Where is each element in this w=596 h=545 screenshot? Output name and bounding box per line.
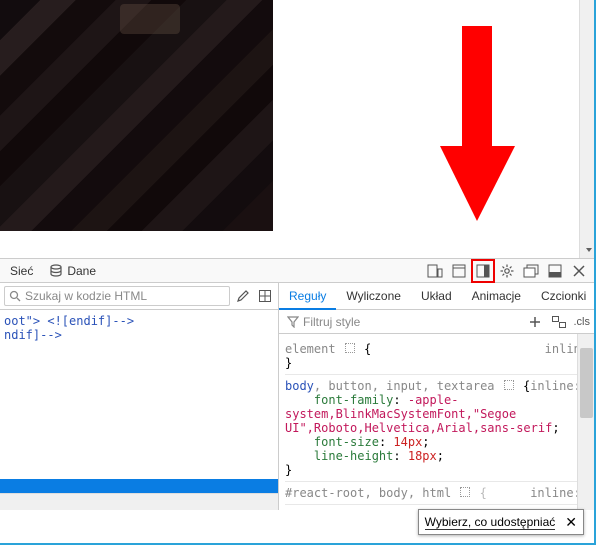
rule-block: inline:1 #react-root, body, html { xyxy=(285,482,588,505)
toast-text[interactable]: Wybierz, co udostępniać xyxy=(425,515,556,530)
cls-toggle[interactable]: .cls xyxy=(574,316,591,328)
database-icon xyxy=(49,264,63,278)
tab-layout[interactable]: Układ xyxy=(411,283,462,309)
dock-side-icon[interactable] xyxy=(474,262,492,280)
inspector-left-pane: Szukaj w kodzie HTML oot"> <![endif]--> … xyxy=(0,283,279,510)
devtools-panel: Sieć Dane xyxy=(0,258,594,510)
toast-close-icon[interactable]: ✕ xyxy=(565,514,577,531)
rule-block: inline:1 body, button, input, textarea {… xyxy=(285,375,588,482)
page-content-area xyxy=(0,0,596,258)
highlight-target-icon[interactable] xyxy=(345,343,355,353)
settings-icon[interactable] xyxy=(498,262,516,280)
edit-html-icon[interactable] xyxy=(234,287,252,305)
html-search-placeholder: Szukaj w kodzie HTML xyxy=(25,289,147,303)
tab-layout-label: Układ xyxy=(421,289,452,303)
dock-window-icon[interactable] xyxy=(522,262,540,280)
scroll-down-icon[interactable] xyxy=(580,241,596,258)
code-line-2: ndif]--> xyxy=(4,328,62,342)
rule-block: inline element {} xyxy=(285,338,588,375)
css-property[interactable]: font-family xyxy=(314,393,393,407)
rules-view[interactable]: inline element {} inline:1 body, button,… xyxy=(279,334,594,510)
html-hscrollbar[interactable] xyxy=(0,493,278,510)
responsive-mode-icon[interactable] xyxy=(426,262,444,280)
tab-fonts[interactable]: Czcionki xyxy=(531,283,596,309)
css-value[interactable]: system,BlinkMacSystemFont,"Segoe UI",Rob… xyxy=(285,407,552,435)
highlight-target-icon[interactable] xyxy=(460,487,470,497)
filter-styles-input[interactable]: Filtruj style xyxy=(283,312,520,332)
inspector-toolbar: Szukaj w kodzie HTML xyxy=(0,283,278,310)
code-line-1: oot"> <![endif]--> xyxy=(4,314,134,328)
css-property[interactable]: font-size xyxy=(314,435,379,449)
css-value[interactable]: 18px xyxy=(408,449,437,463)
tab-network[interactable]: Sieć xyxy=(2,259,41,283)
tab-computed[interactable]: Wyliczone xyxy=(336,283,411,309)
inspector-right-pane: Reguły Wyliczone Układ Animacje Czcionki… xyxy=(279,283,594,510)
css-value[interactable]: 14px xyxy=(393,435,422,449)
html-tree[interactable]: oot"> <![endif]--> ndif]--> xyxy=(0,310,278,510)
scrollbar-thumb[interactable] xyxy=(580,348,593,418)
search-icon xyxy=(9,290,21,302)
css-value[interactable]: -apple- xyxy=(408,393,459,407)
selection-highlight xyxy=(0,479,278,493)
dock-bottom-icon[interactable] xyxy=(546,262,564,280)
iframe-picker-icon[interactable] xyxy=(450,262,468,280)
tab-rules[interactable]: Reguły xyxy=(279,283,336,310)
new-rule-icon[interactable] xyxy=(526,313,544,331)
sidebar-tabs: Reguły Wyliczone Układ Animacje Czcionki xyxy=(279,283,594,310)
tab-rules-label: Reguły xyxy=(289,289,326,303)
tab-animations[interactable]: Animacje xyxy=(462,283,531,309)
tab-storage-label: Dane xyxy=(67,264,96,278)
close-devtools-icon[interactable] xyxy=(570,262,588,280)
rule-selector[interactable]: #react-root, body, html xyxy=(285,486,451,500)
page-scrollbar[interactable] xyxy=(579,0,596,258)
pseudo-classes-icon[interactable] xyxy=(550,313,568,331)
tab-animations-label: Animacje xyxy=(472,289,521,303)
css-property[interactable]: line-height xyxy=(314,449,393,463)
funnel-icon xyxy=(287,316,299,328)
page-image xyxy=(0,0,273,231)
filter-placeholder: Filtruj style xyxy=(303,315,360,329)
eyedropper-icon[interactable] xyxy=(256,287,274,305)
rules-scrollbar[interactable] xyxy=(577,334,594,510)
tab-network-label: Sieć xyxy=(10,264,33,278)
rules-filterbar: Filtruj style .cls xyxy=(279,310,594,334)
tab-fonts-label: Czcionki xyxy=(541,289,586,303)
share-toast: Wybierz, co udostępniać ✕ xyxy=(418,509,584,535)
devtools-tabbar: Sieć Dane xyxy=(0,259,594,283)
tab-storage[interactable]: Dane xyxy=(41,259,104,283)
rule-selector[interactable]: element xyxy=(285,342,336,356)
devtools-right-icons xyxy=(426,262,592,280)
tab-computed-label: Wyliczone xyxy=(346,289,401,303)
html-search-input[interactable]: Szukaj w kodzie HTML xyxy=(4,286,230,306)
highlight-target-icon[interactable] xyxy=(504,380,514,390)
